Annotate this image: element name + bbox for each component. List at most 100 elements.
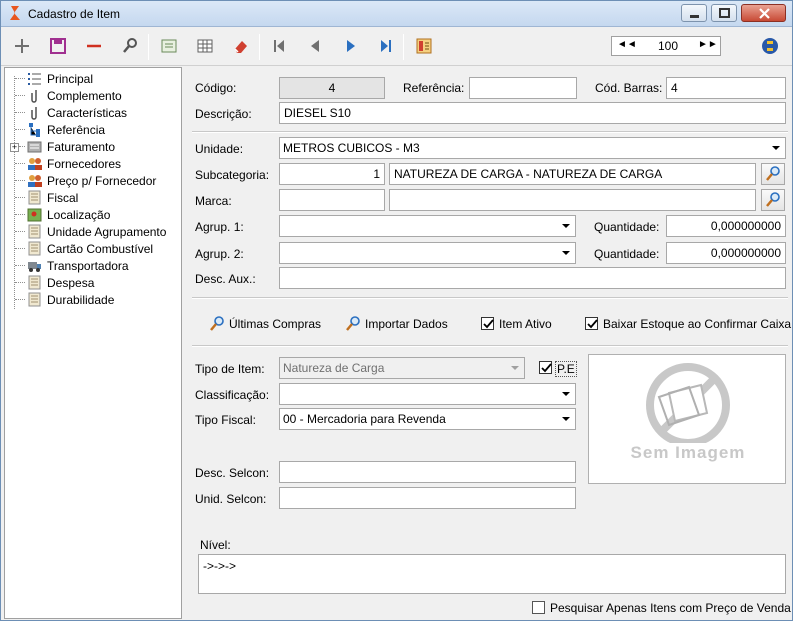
section-divider [192,297,788,299]
tipo-item-select[interactable]: Natureza de Carga [279,357,525,379]
tree-connector [15,299,25,300]
marca-label: Marca: [195,194,232,208]
report-button[interactable] [411,33,437,59]
tipo-fiscal-value: 00 - Mercadoria para Revenda [283,412,446,426]
tree-connector [15,112,25,113]
tree-item-localizacao[interactable]: Localização [5,206,181,223]
tipo-fiscal-select[interactable]: 00 - Mercadoria para Revenda [279,408,576,430]
chevron-down-icon[interactable] [768,139,784,157]
document-icon [28,275,41,290]
tree-item-transportadora[interactable]: Transportadora [5,257,181,274]
tree-item-unidade-agrupamento[interactable]: Unidade Agrupamento [5,223,181,240]
quantidade1-field[interactable]: 0,000000000 [666,215,786,237]
search-icon [346,316,360,331]
importar-dados-label: Importar Dados [365,317,448,331]
tree-item-principal[interactable]: Principal [5,70,181,87]
expand-toggle[interactable]: + [10,143,19,152]
importar-dados-button[interactable]: Importar Dados [344,315,448,333]
people-icon [28,158,42,170]
pe-checkbox[interactable] [539,361,552,374]
baixar-estoque-label: Baixar Estoque ao Confirmar Caixa [603,317,792,331]
chevron-down-icon[interactable] [507,359,523,377]
tree-item-label: Localização [47,208,111,222]
desc-aux-field[interactable] [279,267,786,289]
add-button[interactable] [9,33,35,59]
people-icon [28,175,42,187]
map-icon [27,208,42,222]
desc-selcon-field[interactable] [279,461,576,483]
cod-barras-label: Cód. Barras: [595,81,663,95]
tree-connector [15,231,25,232]
quantidade2-field[interactable]: 0,000000000 [666,242,786,264]
first-record-button[interactable] [266,33,292,59]
unidade-select[interactable]: METROS CUBICOS - M3 [279,137,786,159]
record-pager[interactable]: ◄◄ 100 ►► [611,36,721,56]
subcategoria-description-field[interactable]: NATUREZA DE CARGA - NATUREZA DE CARGA [389,163,756,185]
export-excel-button[interactable] [156,33,182,59]
marca-lookup-button[interactable] [761,189,785,211]
quantidade2-label: Quantidade: [594,247,660,261]
tree-item-fornecedores[interactable]: Fornecedores [5,155,181,172]
pesquisar-checkbox[interactable] [532,601,545,614]
grid-button[interactable] [192,33,218,59]
pager-prev-button[interactable]: ◄◄ [617,39,637,50]
chevron-down-icon[interactable] [558,385,574,403]
agrup1-select[interactable] [279,215,576,237]
tree-item-label: Fiscal [47,191,79,205]
tree-item-despesa[interactable]: Despesa [5,274,181,291]
last-record-button[interactable] [373,33,399,59]
referencia-label: Referência: [403,81,465,95]
unid-selcon-field[interactable] [279,487,576,509]
minus-icon [87,44,101,48]
tree-item-cartao-combustivel[interactable]: Cartão Combustível [5,240,181,257]
pager-next-button[interactable]: ►► [698,39,718,50]
save-button[interactable] [45,33,71,59]
tree-item-complemento[interactable]: Complemento [5,87,181,104]
help-button[interactable] [757,33,783,59]
last-record-icon [381,40,391,52]
tree-connector [15,282,25,283]
minimize-button[interactable] [681,4,707,22]
nivel-field[interactable]: ->->-> [198,554,786,594]
item-ativo-checkbox[interactable] [481,317,494,330]
search-button[interactable] [117,33,143,59]
baixar-estoque-checkbox[interactable] [585,317,598,330]
tree-item-preco-fornecedor[interactable]: Preço p/ Fornecedor [5,172,181,189]
subcategoria-code-field[interactable]: 1 [279,163,385,185]
subcategoria-lookup-button[interactable] [761,163,785,185]
maximize-button[interactable] [711,4,737,22]
close-button[interactable] [741,4,786,22]
close-icon [759,8,770,19]
referencia-field[interactable] [469,77,577,99]
tree-item-referencia[interactable]: Referência [5,121,181,138]
paperclip-icon [31,90,37,103]
title-bar[interactable]: Cadastro de Item [1,1,792,27]
agrup2-select[interactable] [279,242,576,264]
ultimas-compras-button[interactable]: Últimas Compras [208,315,321,333]
tree-item-caracteristicas[interactable]: Características [5,104,181,121]
tree-item-faturamento[interactable]: + Faturamento [5,138,181,155]
chevron-down-icon[interactable] [558,244,574,262]
codigo-field[interactable]: 4 [279,77,385,99]
tree-item-fiscal[interactable]: Fiscal [5,189,181,206]
clear-button[interactable] [228,33,254,59]
marca-description-field[interactable] [389,189,756,211]
pager-value[interactable]: 100 [658,39,678,53]
marca-code-field[interactable] [279,189,385,211]
maximize-icon [719,8,730,18]
tree-item-label: Fornecedores [47,157,122,171]
classificacao-select[interactable] [279,383,576,405]
delete-button[interactable] [81,33,107,59]
cod-barras-field[interactable]: 4 [666,77,786,99]
chevron-down-icon[interactable] [558,410,574,428]
product-image[interactable]: Sem Imagem [588,354,786,484]
tree-item-durabilidade[interactable]: Durabilidade [5,291,181,308]
next-record-button[interactable] [338,33,364,59]
previous-record-button[interactable] [302,33,328,59]
minimize-icon [690,15,699,18]
desc-selcon-label: Desc. Selcon: [195,466,270,480]
tree-connector [15,214,25,215]
excel-icon [161,39,177,53]
chevron-down-icon[interactable] [558,217,574,235]
descricao-field[interactable]: DIESEL S10 [279,102,786,124]
